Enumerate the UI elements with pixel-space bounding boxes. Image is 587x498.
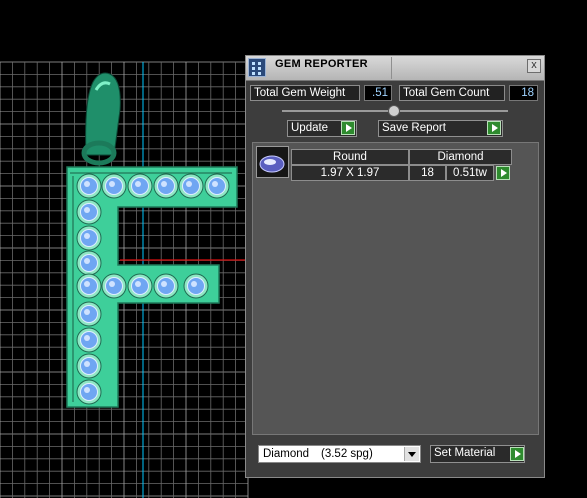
title-divider <box>391 57 392 79</box>
gem-highlight <box>84 387 90 393</box>
gem-row-go-icon[interactable] <box>496 166 510 180</box>
total-gem-weight-value: .51 <box>364 85 392 101</box>
gem-highlight <box>84 233 90 239</box>
panel-title: GEM REPORTER <box>275 58 368 70</box>
gem-weight-cell: 0.51tw <box>446 165 494 181</box>
chevron-down-icon[interactable] <box>404 447 419 461</box>
gem-count-cell: 18 <box>409 165 446 181</box>
set-material-button-label: Set Material <box>434 447 496 459</box>
gem-highlight <box>84 181 90 187</box>
gem-highlight <box>84 258 90 264</box>
gem-list[interactable]: Round Diamond 1.97 X 1.97 18 0.51tw <box>252 142 539 435</box>
set-material-go-icon[interactable] <box>510 447 524 461</box>
gem-reporter-panel: GEM REPORTER x Total Gem Weight .51 Tota… <box>245 55 545 478</box>
save-report-button-label: Save Report <box>382 122 446 134</box>
material-name: Diamond <box>263 448 310 460</box>
update-go-icon[interactable] <box>341 121 355 135</box>
total-gem-count-label: Total Gem Count <box>399 85 505 101</box>
material-header: Diamond <box>409 149 512 165</box>
gem-reporter-icon <box>248 58 266 77</box>
gem-highlight <box>84 361 90 367</box>
gem-highlight <box>109 281 115 287</box>
shape-header: Round <box>291 149 409 165</box>
gem-highlight <box>109 181 115 187</box>
round-gem-icon <box>259 155 285 173</box>
material-spg: (3.52 spg) <box>321 448 373 460</box>
title-bar[interactable]: GEM REPORTER x <box>246 56 544 81</box>
gem-highlight <box>135 181 141 187</box>
gem-size-cell: 1.97 X 1.97 <box>291 165 409 181</box>
save-report-button[interactable]: Save Report <box>378 120 503 137</box>
gem-highlight <box>84 335 90 341</box>
gem-highlight <box>161 181 167 187</box>
gem-highlight <box>84 281 90 287</box>
gem-highlight <box>212 181 218 187</box>
slider-handle[interactable] <box>388 105 400 117</box>
gem-highlight <box>191 281 197 287</box>
update-button-label: Update <box>291 122 329 134</box>
gem-highlight <box>84 207 90 213</box>
close-button[interactable]: x <box>527 59 541 73</box>
gem-highlight <box>161 281 167 287</box>
gem-thumbnail[interactable] <box>256 146 289 178</box>
save-report-go-icon[interactable] <box>487 121 501 135</box>
total-gem-weight-label: Total Gem Weight <box>250 85 360 101</box>
gem-highlight <box>84 309 90 315</box>
total-gem-count-value: 18 <box>509 85 538 101</box>
material-select[interactable]: Diamond (3.52 spg) <box>258 445 421 463</box>
gem-highlight <box>186 181 192 187</box>
gem-highlight <box>135 281 141 287</box>
